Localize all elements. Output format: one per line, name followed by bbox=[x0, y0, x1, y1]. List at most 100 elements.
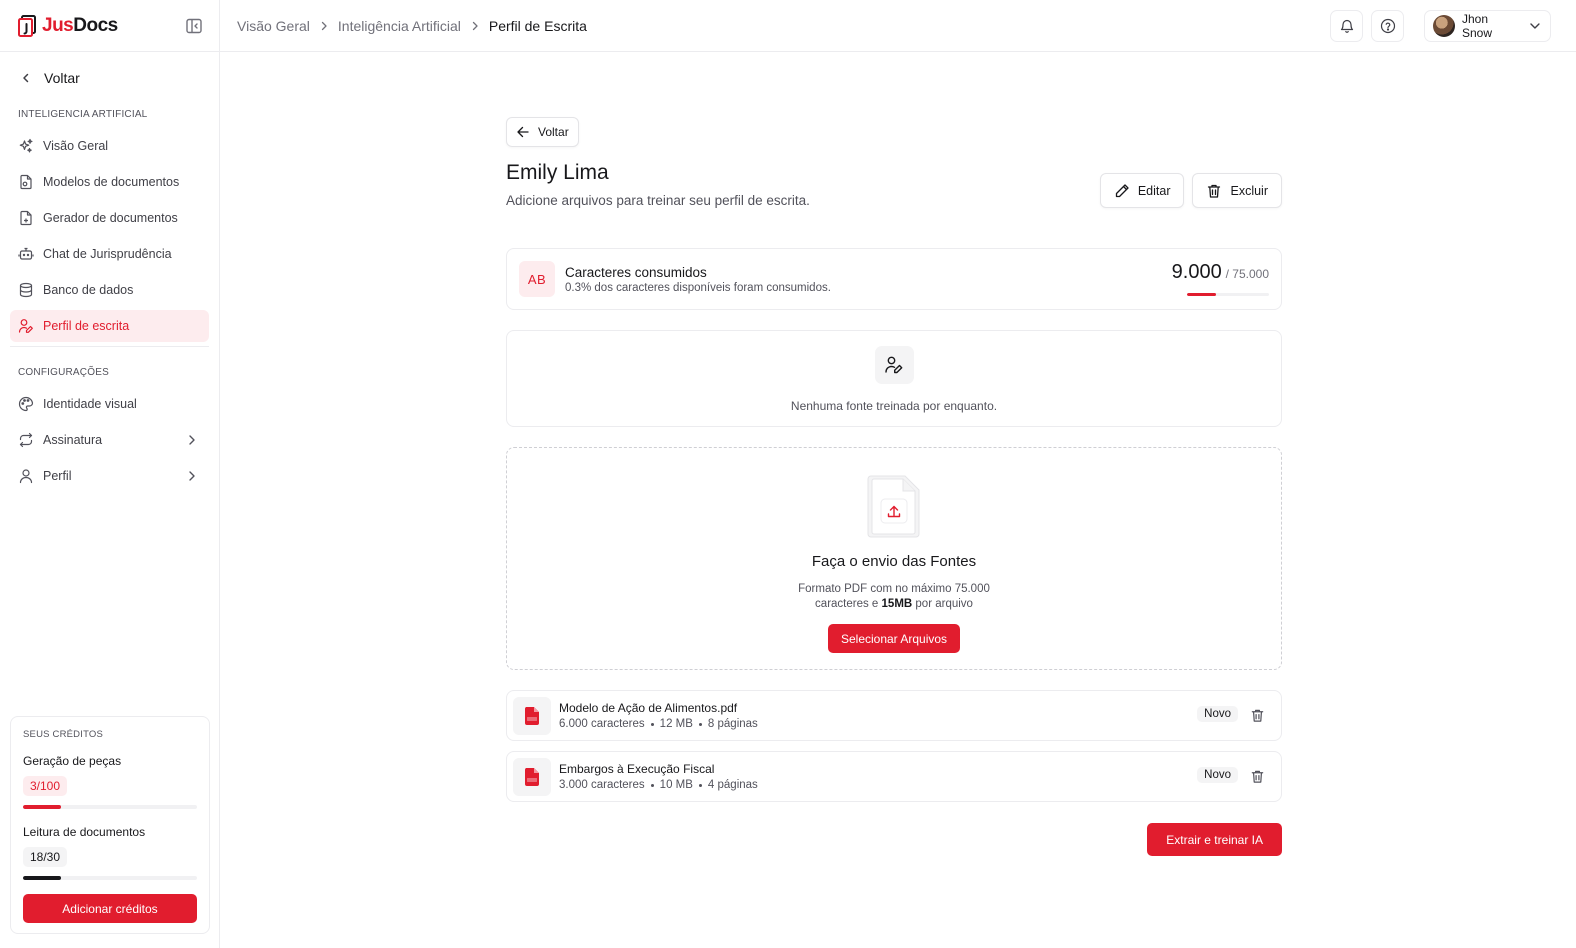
topbar: Visão Geral Inteligência Artificial Perf… bbox=[220, 0, 1576, 52]
back-button-label: Voltar bbox=[538, 125, 569, 139]
notifications-button[interactable] bbox=[1330, 10, 1363, 42]
sidebar-back-link[interactable]: Voltar bbox=[0, 53, 219, 103]
user-menu[interactable]: Jhon Snow bbox=[1424, 10, 1551, 42]
bot-icon bbox=[18, 247, 34, 260]
file-name: Embargos à Execução Fiscal bbox=[559, 762, 715, 776]
credits-generation-title: Geração de peças bbox=[23, 754, 122, 768]
file-size: 12 MB bbox=[659, 718, 693, 730]
help-button[interactable] bbox=[1371, 10, 1404, 42]
file-item: Modelo de Ação de Alimentos.pdf 6.000 ca… bbox=[506, 690, 1282, 741]
palette-icon bbox=[18, 396, 34, 412]
status-badge: Novo bbox=[1197, 767, 1238, 783]
status-badge: Novo bbox=[1197, 706, 1238, 722]
file-pages: 8 páginas bbox=[707, 718, 758, 730]
brand-logo[interactable]: JusDocs bbox=[18, 14, 118, 37]
sidebar-item-label: Modelos de documentos bbox=[43, 175, 180, 189]
profile-header: Emily Lima Adicione arquivos para treina… bbox=[506, 161, 1282, 221]
sidebar-collapse-icon[interactable] bbox=[185, 17, 203, 35]
sparkles-icon bbox=[19, 138, 33, 153]
separator-dot bbox=[698, 783, 702, 787]
sidebar-item-visao-geral[interactable]: Visão Geral bbox=[10, 130, 209, 162]
sidebar-divider bbox=[10, 346, 209, 347]
trash-icon bbox=[1208, 184, 1221, 198]
separator-dot bbox=[698, 722, 702, 726]
file-size: 10 MB bbox=[659, 779, 693, 791]
user-name: Jhon Snow bbox=[1462, 12, 1493, 40]
jusdocs-logo-icon bbox=[18, 14, 36, 37]
sidebar-item-label: Visão Geral bbox=[43, 139, 109, 153]
sidebar: JusDocs Voltar INTELIGENCIA ARTIFICIAL V… bbox=[0, 0, 220, 948]
usage-text: Caracteres consumidos 0.3% dos caractere… bbox=[565, 265, 831, 294]
chevron-down-icon bbox=[1530, 23, 1540, 29]
separator-dot bbox=[650, 722, 654, 726]
file-template-icon bbox=[20, 174, 32, 190]
sidebar-item-label: Banco de dados bbox=[43, 283, 134, 297]
sidebar-back-label: Voltar bbox=[44, 70, 80, 86]
delete-button[interactable]: Excluir bbox=[1192, 173, 1282, 208]
usage-description: 0.3% dos caracteres disponíveis foram co… bbox=[565, 281, 831, 294]
extract-train-button[interactable]: Extrair e treinar IA bbox=[1147, 823, 1282, 856]
sidebar-item-chat[interactable]: Chat de Jurisprudência bbox=[10, 238, 209, 270]
credits-reading-title: Leitura de documentos bbox=[23, 825, 146, 839]
sidebar-item-identidade[interactable]: Identidade visual bbox=[10, 388, 209, 420]
upload-dropzone[interactable]: Faça o envio das Fontes Formato PDF com … bbox=[506, 447, 1282, 670]
delete-button-label: Excluir bbox=[1230, 183, 1268, 198]
breadcrumb-item[interactable]: Visão Geral bbox=[237, 18, 310, 34]
section-label-ai: INTELIGENCIA ARTIFICIAL bbox=[18, 109, 148, 120]
file-info: Embargos à Execução Fiscal 3.000 caracte… bbox=[559, 762, 758, 791]
file-chars: 6.000 caracteres bbox=[559, 718, 645, 730]
upload-desc-line1: Formato PDF com no máximo 75.000 bbox=[798, 583, 990, 595]
credits-reading-fill bbox=[23, 876, 62, 880]
upload-desc-size: 15MB bbox=[881, 598, 913, 610]
usage-used: 9.000 bbox=[1171, 261, 1222, 283]
trained-sources-empty-state: Nenhuma fonte treinada por enquanto. bbox=[506, 330, 1282, 427]
pdf-icon bbox=[524, 767, 539, 786]
empty-state-text: Nenhuma fonte treinada por enquanto. bbox=[790, 399, 998, 413]
breadcrumb: Visão Geral Inteligência Artificial Perf… bbox=[237, 18, 587, 34]
edit-button[interactable]: Editar bbox=[1099, 173, 1185, 208]
upload-desc-line2-post: por arquivo bbox=[912, 598, 973, 610]
usage-title: Caracteres consumidos bbox=[565, 264, 707, 280]
add-credits-button[interactable]: Adicionar créditos bbox=[23, 894, 197, 923]
avatar bbox=[1433, 15, 1455, 37]
breadcrumb-item[interactable]: Inteligência Artificial bbox=[338, 18, 461, 34]
usage-limit: / 75.000 bbox=[1225, 267, 1269, 281]
topbar-actions: Jhon Snow bbox=[1322, 10, 1551, 42]
sidebar-item-label: Perfil de escrita bbox=[43, 319, 130, 333]
help-circle-icon bbox=[1380, 18, 1395, 34]
database-icon bbox=[19, 282, 33, 298]
credits-label: SEUS CRÉDITOS bbox=[23, 729, 104, 740]
sidebar-item-gerador[interactable]: Gerador de documentos bbox=[10, 202, 209, 234]
back-button[interactable]: Voltar bbox=[506, 117, 579, 147]
sidebar-item-banco[interactable]: Banco de dados bbox=[10, 274, 209, 306]
trash-icon[interactable] bbox=[1250, 769, 1265, 784]
sidebar-item-assinatura[interactable]: Assinatura bbox=[10, 424, 209, 456]
bell-icon bbox=[1340, 19, 1353, 33]
usage-badge: AB bbox=[519, 261, 555, 297]
credits-reading-bar bbox=[23, 876, 197, 880]
usage-progress-bar bbox=[1187, 293, 1269, 296]
sidebar-item-label: Perfil bbox=[43, 469, 72, 483]
edit-button-label: Editar bbox=[1137, 183, 1171, 198]
chevron-right-icon bbox=[189, 435, 195, 445]
repeat-icon bbox=[19, 432, 33, 448]
chevron-right-icon bbox=[189, 471, 195, 481]
pdf-icon bbox=[524, 706, 539, 725]
trash-icon[interactable] bbox=[1250, 708, 1265, 723]
sidebar-item-modelos[interactable]: Modelos de documentos bbox=[10, 166, 209, 198]
credits-generation-bar bbox=[23, 805, 197, 809]
sidebar-item-perfil-escrita[interactable]: Perfil de escrita bbox=[10, 310, 209, 342]
file-item: Embargos à Execução Fiscal 3.000 caracte… bbox=[506, 751, 1282, 802]
select-files-button[interactable]: Selecionar Arquivos bbox=[827, 624, 961, 653]
usage-progress-fill bbox=[1187, 293, 1216, 296]
main-content: Voltar Emily Lima Adicione arquivos para… bbox=[506, 117, 1282, 856]
header-actions: Editar Excluir bbox=[1099, 173, 1282, 208]
sidebar-item-perfil[interactable]: Perfil bbox=[10, 460, 209, 492]
pdf-file-icon bbox=[513, 696, 551, 735]
file-info: Modelo de Ação de Alimentos.pdf 6.000 ca… bbox=[559, 701, 758, 730]
user-pen-icon bbox=[18, 319, 33, 333]
breadcrumb-current: Perfil de Escrita bbox=[488, 17, 587, 34]
upload-description: Formato PDF com no máximo 75.000 caracte… bbox=[798, 582, 990, 612]
separator-dot bbox=[650, 783, 654, 787]
upload-title: Faça o envio das Fontes bbox=[811, 553, 977, 570]
